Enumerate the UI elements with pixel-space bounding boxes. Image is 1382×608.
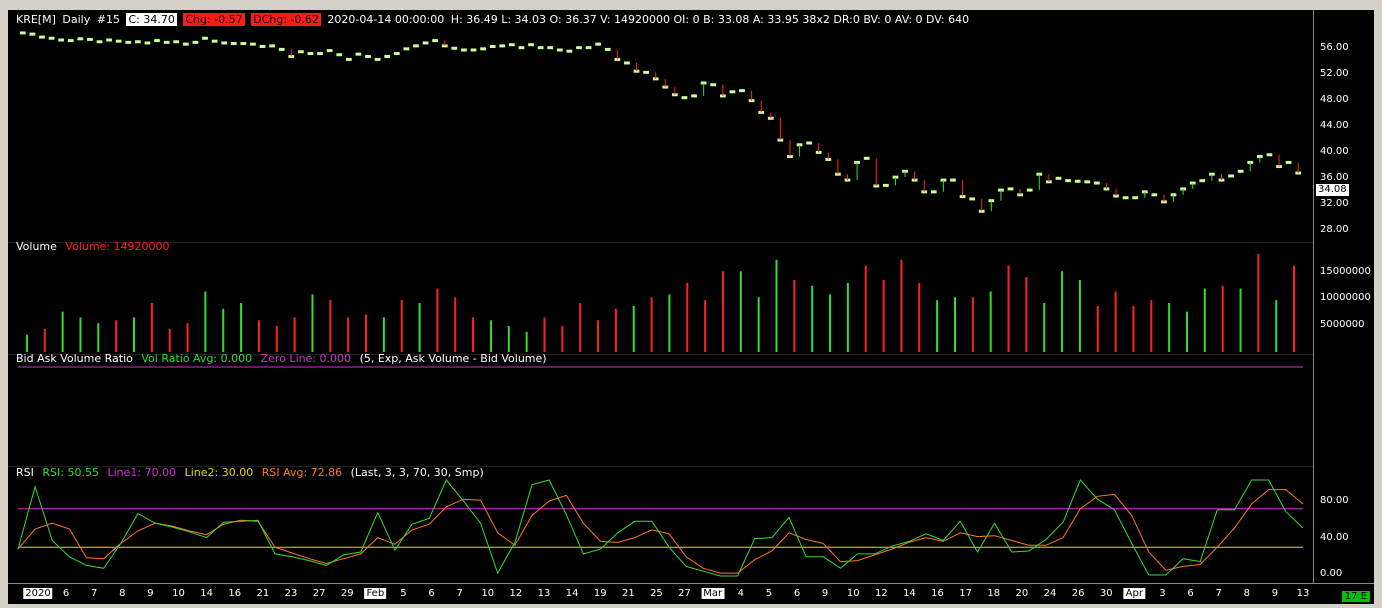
time-axis-label: 12 <box>509 588 523 599</box>
price-axis-label: 28.00 <box>1320 224 1349 235</box>
time-axis-label: 14 <box>200 588 214 599</box>
time-axis-label: 8 <box>119 588 126 599</box>
time-axis-label: 24 <box>1043 588 1057 599</box>
time-axis-label: 25 <box>650 588 663 599</box>
time-axis-label: 6 <box>428 588 435 599</box>
vol-ratio-value: Vol Ratio Avg: 0.000 <box>141 352 253 365</box>
time-axis-label: 27 <box>678 588 691 599</box>
rsi-axis-label: 0.00 <box>1320 568 1343 579</box>
time-axis-label: 16 <box>931 588 944 599</box>
time-axis-label: 20 <box>1015 588 1029 599</box>
time-axis-label: 21 <box>256 588 270 599</box>
zero-line-value: Zero Line: 0.000 <box>260 352 352 365</box>
symbol-label: KRE[M] <box>16 13 56 26</box>
time-axis-label: 8 <box>1243 588 1250 599</box>
time-axis-label: 21 <box>621 588 635 599</box>
volume-value: Volume: 14920000 <box>65 240 170 253</box>
time-axis[interactable]: 17 E 2020 6 7 8 9 10 14 16 21 23 27 29 Feb 5 6 7 10 12 13 1… <box>8 583 1374 604</box>
volume-panel-header: Volume Volume: 14920000 <box>16 240 175 254</box>
time-axis-label: 6 <box>62 588 70 599</box>
time-axis-label: 14 <box>565 588 579 599</box>
chart-canvas[interactable] <box>8 10 1374 604</box>
price-axis-label: 52.00 <box>1320 68 1349 79</box>
time-axis-label: 29 <box>340 588 354 599</box>
volume-axis-label: 5000000 <box>1320 319 1365 330</box>
dchange-value: DChg: -0.62 <box>251 13 321 26</box>
time-axis-label: 23 <box>284 588 298 599</box>
time-axis-label: 5 <box>400 588 407 599</box>
time-axis-label: 14 <box>903 588 916 599</box>
time-axis-label: 7 <box>456 588 463 599</box>
price-axis-label: 36.00 <box>1320 172 1349 183</box>
time-axis-label: 6 <box>793 588 801 599</box>
rsi-value: RSI: 50.55 <box>42 466 99 479</box>
rsi-axis-label: 40.00 <box>1320 532 1349 543</box>
time-axis-label: 2020 <box>23 588 53 599</box>
price-axis[interactable]: 56.00 52.00 48.00 44.00 40.00 36.00 32.0… <box>1313 10 1374 584</box>
panel-separator <box>8 242 1313 243</box>
interval-label: Daily <box>62 13 91 26</box>
time-axis-label: 10 <box>172 588 185 599</box>
time-axis-label: 19 <box>593 588 607 599</box>
time-axis-label: 26 <box>1071 588 1085 599</box>
rsi-avg-value: RSI Avg: 72.86 <box>261 466 343 479</box>
time-axis-label: Apr <box>1123 588 1145 599</box>
price-axis-label: 56.00 <box>1320 42 1349 53</box>
bar-datetime: 2020-04-14 00:00:00 <box>327 13 445 26</box>
time-axis-label: 17 <box>959 588 973 599</box>
time-axis-label: 12 <box>874 588 888 599</box>
rsi-avg-line <box>17 489 1304 574</box>
time-axis-label: 4 <box>737 588 744 599</box>
time-axis-label: 13 <box>537 588 551 599</box>
time-axis-label: 3 <box>1159 588 1166 599</box>
time-axis-label: Feb <box>364 588 387 599</box>
time-axis-label: 18 <box>987 588 1001 599</box>
time-axis-label: 9 <box>147 588 154 599</box>
bar-details: H: 36.49 L: 34.03 O: 36.37 V: 14920000 O… <box>450 13 970 26</box>
time-axis-label: 16 <box>228 588 242 599</box>
volume-axis-label: 15000000 <box>1320 266 1371 277</box>
timezone-badge: 17 E <box>1341 591 1370 602</box>
volume-panel-name: Volume <box>16 240 57 253</box>
close-value: C: 34.70 <box>126 13 177 26</box>
time-axis-label: Mar <box>701 588 725 599</box>
rsi-axis-label: 80.00 <box>1320 495 1349 506</box>
bidask-params: (5, Exp, Ask Volume - Bid Volume) <box>359 352 547 365</box>
price-axis-label: 32.00 <box>1320 198 1349 209</box>
bidask-panel-name: Bid Ask Volume Ratio <box>16 352 133 365</box>
time-axis-label: 5 <box>765 588 773 599</box>
time-axis-label: 9 <box>1271 588 1279 599</box>
time-axis-label: 6 <box>1187 588 1194 599</box>
line1-value: Line1: 70.00 <box>107 466 177 479</box>
rsi-panel-header: RSI RSI: 50.55 Line1: 70.00 Line2: 30.00… <box>16 466 489 480</box>
title-bar: KRE[M] Daily #15 C: 34.70 Chg: -0.57 DCh… <box>16 13 972 27</box>
rsi-panel-name: RSI <box>16 466 34 479</box>
time-axis-label: 27 <box>312 588 326 599</box>
change-value: Chg: -0.57 <box>183 13 245 26</box>
bidask-panel-header: Bid Ask Volume Ratio Vol Ratio Avg: 0.00… <box>16 352 552 366</box>
time-axis-label: 7 <box>91 588 98 599</box>
time-axis-label: 10 <box>481 588 495 599</box>
price-axis-label: 44.00 <box>1320 120 1349 131</box>
time-axis-label: 9 <box>821 588 829 599</box>
price-axis-label: 40.00 <box>1320 146 1349 157</box>
time-axis-label: 30 <box>1099 588 1113 599</box>
chart-number: #15 <box>96 13 120 26</box>
chart-window[interactable]: KRE[M] Daily #15 C: 34.70 Chg: -0.57 DCh… <box>8 10 1374 604</box>
current-price-tag: 34.08 <box>1316 184 1349 196</box>
time-axis-label: 10 <box>846 588 860 599</box>
time-axis-label: 7 <box>1215 588 1222 599</box>
line2-value: Line2: 30.00 <box>184 466 254 479</box>
rsi-params: (Last, 3, 3, 70, 30, Smp) <box>350 466 484 479</box>
volume-axis-label: 10000000 <box>1320 292 1371 303</box>
price-axis-label: 48.00 <box>1320 94 1349 105</box>
time-axis-label: 13 <box>1296 588 1310 599</box>
